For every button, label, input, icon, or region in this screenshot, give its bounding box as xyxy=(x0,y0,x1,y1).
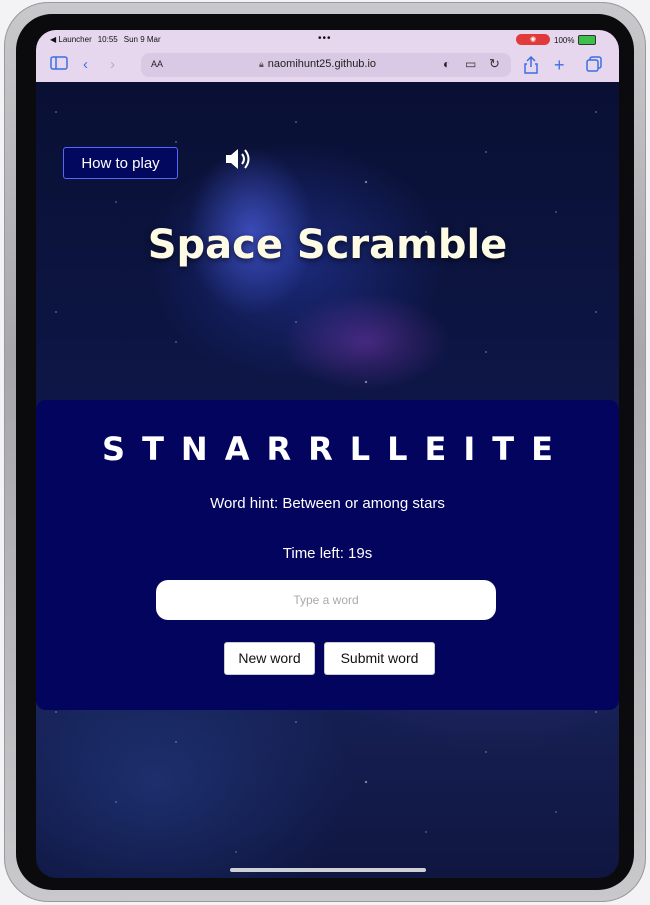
reader-icon[interactable]: ▭ xyxy=(465,57,476,71)
extension-icon[interactable]: ◐ xyxy=(443,57,450,71)
forward-icon[interactable]: › xyxy=(110,56,115,74)
text-size-button[interactable]: AA xyxy=(151,59,163,69)
submit-word-button[interactable]: Submit word xyxy=(324,642,435,675)
browser-toolbar: ‹ › AA 🔒︎ naomihunt25.github.io ◐ ▭ ↻ + xyxy=(36,50,619,82)
reload-icon[interactable]: ↻ xyxy=(489,56,500,72)
word-hint: Word hint: Between or among stars xyxy=(210,495,445,512)
sidebar-icon[interactable] xyxy=(50,56,68,75)
lock-icon: 🔒︎ xyxy=(259,58,264,69)
game-title: Space Scramble xyxy=(147,222,508,268)
status-bar: ◀ Launcher 10:55 Sun 9 Mar ••• ◉ 100% xyxy=(36,30,619,50)
back-icon[interactable]: ‹ xyxy=(83,56,88,74)
recording-indicator-icon[interactable]: ◉ xyxy=(516,34,550,45)
sound-icon[interactable] xyxy=(224,146,254,172)
battery-percent: 100% xyxy=(554,35,575,45)
share-icon[interactable] xyxy=(524,55,538,79)
multitask-dots-icon[interactable]: ••• xyxy=(318,33,332,44)
new-tab-icon[interactable]: + xyxy=(554,56,565,74)
time-left: Time left: 19s xyxy=(282,545,373,562)
how-to-play-button[interactable]: How to play xyxy=(63,147,178,179)
home-indicator[interactable] xyxy=(230,868,426,872)
screen: ◀ Launcher 10:55 Sun 9 Mar ••• ◉ 100% ‹ … xyxy=(36,30,619,878)
url-text[interactable]: naomihunt25.github.io xyxy=(268,58,376,70)
tabs-icon[interactable] xyxy=(586,56,602,77)
word-input[interactable] xyxy=(156,580,496,620)
address-bar[interactable]: AA 🔒︎ naomihunt25.github.io ◐ ▭ ↻ xyxy=(141,53,511,77)
back-to-app-link[interactable]: ◀ Launcher xyxy=(50,35,92,44)
status-time: 10:55 xyxy=(97,35,118,44)
status-date: Sun 9 Mar xyxy=(123,35,161,44)
new-word-button[interactable]: New word xyxy=(224,642,315,675)
game-page: How to play Space Scramble STNARRLLEITE … xyxy=(36,82,619,878)
scrambled-word: STNARRLLEITE xyxy=(102,430,570,468)
game-card: STNARRLLEITE Word hint: Between or among… xyxy=(36,400,619,710)
battery-icon xyxy=(578,35,597,45)
